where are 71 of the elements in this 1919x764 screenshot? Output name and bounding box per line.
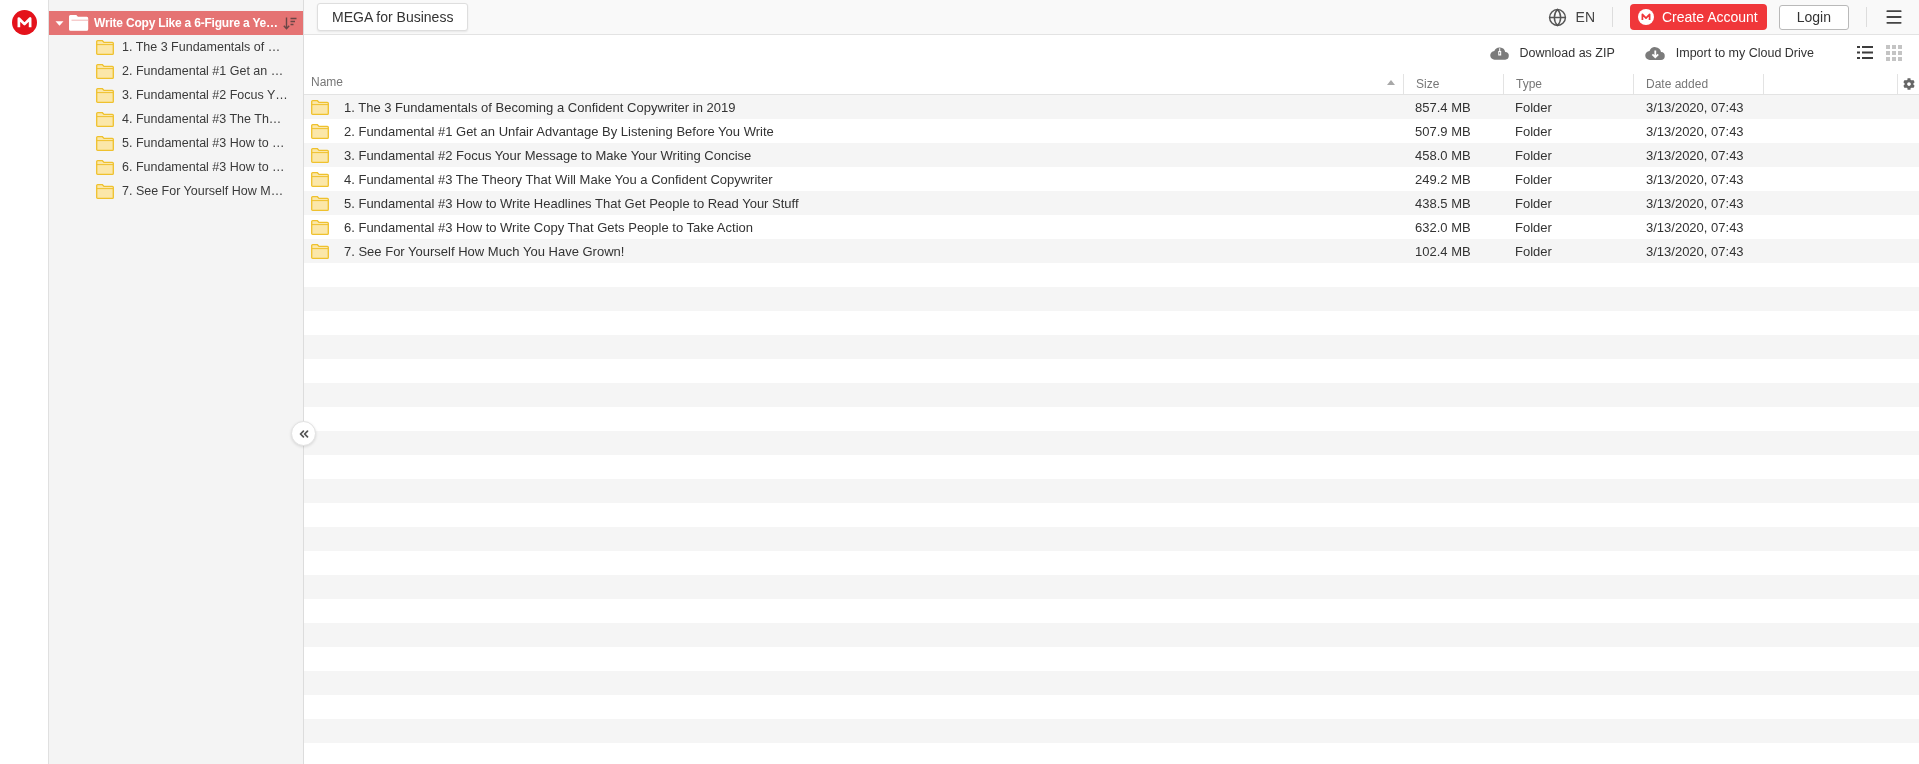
folder-icon [311,147,329,163]
file-type: Folder [1515,243,1552,259]
file-type: Folder [1515,219,1552,235]
globe-icon [1547,7,1567,27]
logo-icon [1638,9,1654,25]
date-added: 3/13/2020, 07:43 [1646,147,1744,163]
date-added: 3/13/2020, 07:43 [1646,99,1744,115]
logo-icon [11,10,37,35]
file-size: 438.5 MB [1415,195,1471,211]
file-size: 458.0 MB [1415,147,1471,163]
cloud-download-icon [1644,44,1666,61]
folder-icon [311,171,329,187]
tree-item[interactable]: 6. Fundamental #3 How to … [49,155,303,179]
folder-icon [96,111,114,127]
folder-icon [96,135,114,151]
file-name: 5. Fundamental #3 How to Write Headlines That Get People to Read Your Stuff [344,195,799,211]
folder-icon [311,219,329,235]
column-header[interactable]: Size [1403,74,1503,94]
settings-icon[interactable] [1902,78,1915,90]
sort-icon[interactable] [283,16,297,30]
file-name: 3. Fundamental #2 Focus Your Message to Make Your Writing Concise [344,147,752,163]
date-added: 3/13/2020, 07:43 [1646,219,1744,235]
list-view-icon[interactable] [1857,45,1873,60]
cloud-zip-icon [1489,44,1510,61]
folder-icon [311,123,329,139]
file-size: 507.9 MB [1415,123,1471,139]
column-header[interactable]: Date added [1633,74,1763,94]
folder-icon [96,159,114,175]
file-size: 249.2 MB [1415,171,1471,187]
tree-item[interactable]: 3. Fundamental #2 Focus Y… [49,83,303,107]
sort-ascending-icon [1387,79,1395,85]
date-added: 3/13/2020, 07:43 [1646,243,1744,259]
tree-item[interactable]: 7. See For Yourself How M… [49,179,303,203]
file-name: 2. Fundamental #1 Get an Unfair Advantage By Listening Before You Write [344,123,774,139]
file-size: 857.4 MB [1415,99,1471,115]
file-type: Folder [1515,99,1552,115]
caret-icon[interactable] [55,18,64,28]
file-type: Folder [1515,195,1552,211]
menu-icon[interactable] [1884,7,1904,27]
folder-icon [96,63,114,79]
business-button[interactable]: MEGA for Business [317,3,469,31]
folder-icon [96,39,114,55]
column-header[interactable]: Name [304,70,1403,94]
tree-item[interactable]: 1. The 3 Fundamentals of … [49,35,303,59]
download-button[interactable]: Download as ZIP [1489,44,1615,61]
file-name: 6. Fundamental #3 How to Write Copy That Gets People to Take Action [344,219,753,235]
tree-item[interactable]: 2. Fundamental #1 Get an … [49,59,303,83]
folder-icon [96,183,114,199]
tree-item[interactable]: 4. Fundamental #3 The Th… [49,107,303,131]
folder-icon [311,243,329,259]
file-type: Folder [1515,171,1552,187]
column-header[interactable]: Type [1503,74,1633,94]
import-button[interactable]: Import to my Cloud Drive [1644,44,1814,61]
file-size: 102.4 MB [1415,243,1471,259]
tree-item[interactable]: 5. Fundamental #3 How to … [49,131,303,155]
date-added: 3/13/2020, 07:43 [1646,123,1744,139]
file-type: Folder [1515,123,1552,139]
file-size: 632.0 MB [1415,219,1471,235]
file-name: 7. See For Yourself How Much You Have Grown! [344,243,625,259]
language-button[interactable]: EN [1547,7,1595,27]
folder-icon [69,15,89,31]
file-type: Folder [1515,147,1552,163]
folder-icon [311,99,329,115]
file-name: 1. The 3 Fundamentals of Becoming a Confident Copywriter in 2019 [344,99,736,115]
login-button[interactable]: Login [1778,4,1849,30]
date-added: 3/13/2020, 07:43 [1646,195,1744,211]
folder-icon [96,87,114,103]
date-added: 3/13/2020, 07:43 [1646,171,1744,187]
create-account-button[interactable]: Create Account [1630,4,1767,30]
file-name: 4. Fundamental #3 The Theory That Will Make You a Confident Copywriter [344,171,773,187]
folder-icon [311,195,329,211]
